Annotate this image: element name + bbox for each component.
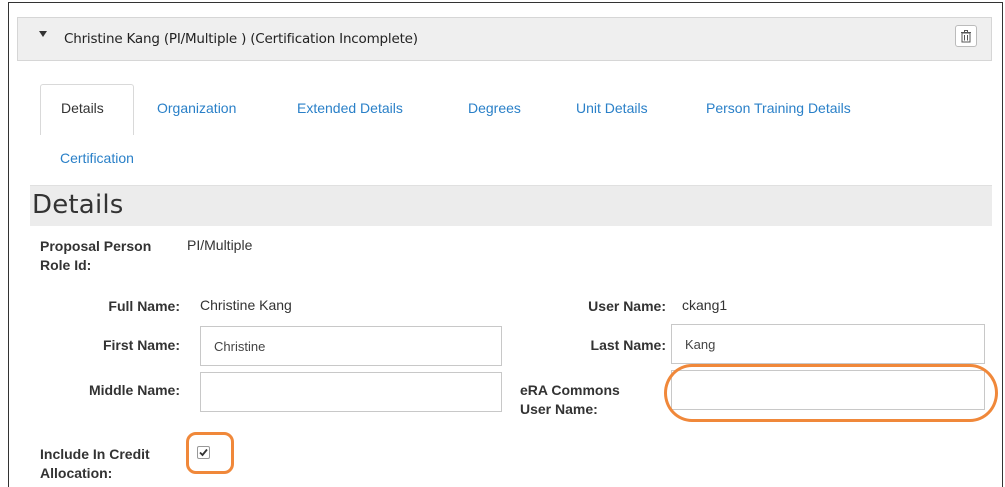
last-name-label: Last Name: — [590, 337, 666, 353]
user-name-value: ckang1 — [682, 297, 728, 313]
era-commons-highlight — [664, 364, 998, 422]
tab-organization[interactable]: Organization — [157, 100, 236, 116]
full-name-value: Christine Kang — [200, 297, 292, 313]
role-id-value: PI/Multiple — [187, 237, 253, 253]
middle-name-field[interactable] — [200, 372, 502, 412]
middle-name-label: Middle Name: — [88, 382, 180, 398]
tab-unit-details[interactable]: Unit Details — [576, 100, 648, 116]
role-id-label: Proposal Person Role Id: — [40, 238, 152, 273]
section-header: Details — [30, 185, 992, 226]
person-header-title: Christine Kang (PI/Multiple ) (Certifica… — [64, 31, 418, 47]
user-name-label: User Name: — [588, 298, 666, 314]
tab-certification[interactable]: Certification — [60, 150, 134, 166]
section-title: Details — [32, 190, 124, 220]
credit-allocation-highlight — [186, 432, 234, 474]
last-name-field[interactable] — [671, 324, 985, 364]
credit-allocation-label: Include In Credit Allocation: — [40, 446, 150, 481]
tab-extended-details[interactable]: Extended Details — [297, 100, 403, 116]
tab-degrees[interactable]: Degrees — [468, 100, 521, 116]
tab-person-training-details[interactable]: Person Training Details — [706, 100, 851, 116]
first-name-label: First Name: — [102, 337, 180, 353]
first-name-field[interactable] — [200, 326, 502, 366]
delete-button[interactable] — [955, 25, 977, 47]
era-commons-label: eRA Commons User Name: — [520, 382, 620, 417]
trash-icon — [961, 29, 971, 42]
person-header[interactable]: Christine Kang (PI/Multiple ) (Certifica… — [17, 17, 992, 61]
caret-down-icon[interactable] — [39, 31, 47, 37]
full-name-label: Full Name: — [108, 298, 180, 314]
tab-details[interactable]: Details — [40, 84, 134, 135]
